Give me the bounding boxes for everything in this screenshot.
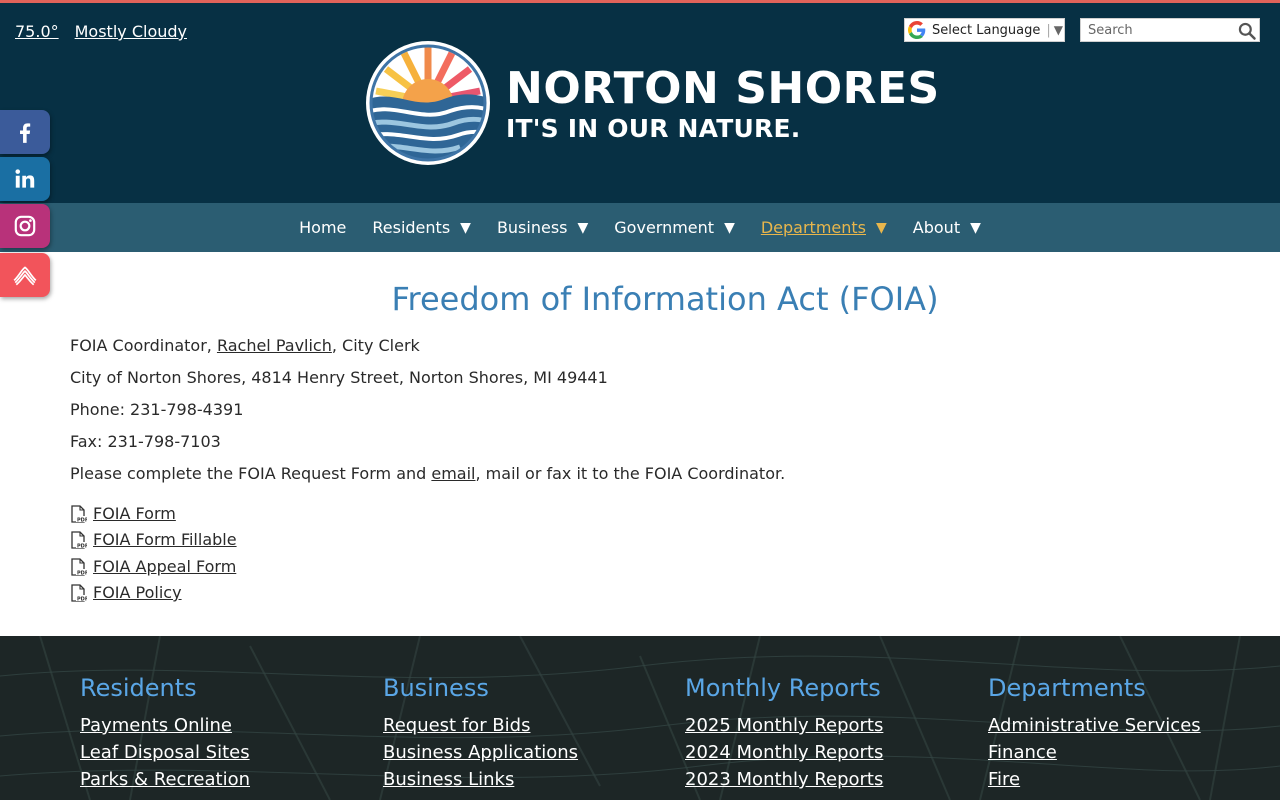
coordinator-suffix: , City Clerk — [331, 336, 420, 355]
footer-link[interactable]: 2023 Monthly Reports — [685, 766, 883, 793]
document-link[interactable]: FOIA Policy — [93, 583, 182, 602]
document-item: PDF FOIA Policy — [70, 583, 182, 602]
coordinator-name-link[interactable]: Rachel Pavlich — [217, 336, 332, 355]
translate-selector[interactable]: Select Language | ▼ — [904, 18, 1065, 42]
linkedin-icon — [15, 169, 35, 188]
nav-item-label: About — [912, 218, 961, 237]
nav-item-residents[interactable]: Residents ▼ — [359, 218, 484, 237]
document-link[interactable]: FOIA Appeal Form — [93, 557, 236, 576]
footer-link[interactable]: Parks & Recreation — [80, 766, 250, 793]
instagram-icon — [14, 215, 36, 237]
instructions-line: Please complete the FOIA Request Form an… — [70, 464, 785, 483]
footer-column-monthly-reports: Monthly Reports 2025 Monthly Reports 202… — [685, 674, 883, 793]
google-icon — [908, 21, 926, 39]
linkedin-link[interactable] — [0, 157, 50, 201]
instructions-prefix: Please complete the FOIA Request Form an… — [70, 464, 432, 483]
caret-down-icon: ▼ — [876, 219, 887, 236]
footer-column-business: Business Request for Bids Business Appli… — [383, 674, 578, 793]
svg-text:PDF: PDF — [77, 596, 87, 602]
facebook-icon — [20, 123, 31, 143]
footer-column-residents: Residents Payments Online Leaf Disposal … — [80, 674, 250, 793]
brand-tagline: IT'S IN OUR NATURE. — [506, 114, 801, 143]
brand-name: NORTON SHORES — [506, 63, 940, 114]
nav-item-label: Departments — [760, 218, 866, 237]
nav-item-label: Residents — [372, 218, 451, 237]
footer-column-heading: Residents — [80, 674, 197, 702]
site-footer: Residents Payments Online Leaf Disposal … — [0, 636, 1280, 800]
footer-link[interactable]: Business Links — [383, 766, 578, 793]
address-line: City of Norton Shores, 4814 Henry Street… — [70, 368, 608, 387]
search-box — [1080, 18, 1260, 42]
translate-label: Select Language — [932, 22, 1041, 38]
nav-item-label: Business — [496, 218, 568, 237]
footer-column-heading: Monthly Reports — [685, 674, 881, 702]
search-input[interactable] — [1081, 19, 1231, 42]
caret-down-icon: ▼ — [577, 219, 589, 236]
caret-down-icon: ▼ — [724, 219, 735, 236]
footer-link[interactable]: Business Applications — [383, 739, 578, 766]
city-logo-icon[interactable] — [364, 39, 492, 167]
swoosh-link[interactable] — [0, 253, 50, 297]
pdf-file-icon: PDF — [71, 583, 87, 602]
nav-item-departments[interactable]: Departments ▼ — [748, 218, 900, 237]
nav-item-home[interactable]: Home — [286, 218, 359, 237]
coordinator-line: FOIA Coordinator, Rachel Pavlich, City C… — [70, 336, 420, 355]
search-icon[interactable] — [1237, 21, 1257, 41]
footer-link[interactable]: Fire — [988, 766, 1201, 793]
swoosh-icon — [13, 266, 37, 286]
footer-column-departments: Departments Administrative Services Fina… — [988, 674, 1201, 793]
footer-column-heading: Business — [383, 674, 489, 702]
footer-link[interactable]: Leaf Disposal Sites — [80, 739, 250, 766]
facebook-link[interactable] — [0, 110, 50, 154]
nav-item-government[interactable]: Government ▼ — [601, 218, 748, 237]
document-item: PDF FOIA Form Fillable — [70, 530, 237, 549]
footer-link[interactable]: Payments Online — [80, 712, 250, 739]
weather-temperature[interactable]: 75.0° — [15, 22, 59, 41]
translate-separator: | — [1046, 22, 1051, 38]
coordinator-prefix: FOIA Coordinator, — [70, 336, 217, 355]
footer-column-heading: Departments — [988, 674, 1146, 702]
brand-wordmark[interactable]: NORTON SHORES IT'S IN OUR NATURE. — [506, 63, 940, 143]
svg-text:PDF: PDF — [77, 543, 87, 549]
svg-text:PDF: PDF — [77, 570, 87, 576]
email-link[interactable]: email — [431, 464, 475, 483]
nav-item-about[interactable]: About ▼ — [900, 218, 994, 237]
footer-link[interactable]: Administrative Services — [988, 712, 1201, 739]
pdf-file-icon: PDF — [71, 504, 87, 523]
instagram-link[interactable] — [0, 204, 50, 248]
caret-down-icon: ▼ — [460, 219, 471, 236]
pdf-file-icon: PDF — [71, 530, 87, 549]
phone-line: Phone: 231-798-4391 — [70, 400, 244, 419]
fax-line: Fax: 231-798-7103 — [70, 432, 221, 451]
main-navigation: Home Residents ▼ Business ▼ Government ▼… — [0, 203, 1280, 252]
weather-condition[interactable]: Mostly Cloudy — [75, 22, 187, 41]
footer-link[interactable]: Request for Bids — [383, 712, 578, 739]
caret-down-icon: ▼ — [970, 219, 981, 236]
document-link[interactable]: FOIA Form — [93, 504, 176, 523]
document-item: PDF FOIA Appeal Form — [70, 557, 236, 576]
nav-item-label: Government — [614, 218, 715, 237]
pdf-file-icon: PDF — [71, 557, 87, 576]
document-item: PDF FOIA Form — [70, 504, 176, 523]
weather-widget: 75.0° Mostly Cloudy — [15, 22, 187, 41]
footer-link[interactable]: Finance — [988, 739, 1201, 766]
svg-text:PDF: PDF — [77, 517, 87, 523]
instructions-suffix: , mail or fax it to the FOIA Coordinator… — [475, 464, 786, 483]
footer-link[interactable]: 2024 Monthly Reports — [685, 739, 883, 766]
document-link[interactable]: FOIA Form Fillable — [93, 530, 237, 549]
nav-item-label: Home — [299, 218, 347, 237]
page-title: Freedom of Information Act (FOIA) — [391, 280, 939, 318]
site-header: 75.0° Mostly Cloudy Select Language | ▼ — [0, 3, 1280, 203]
nav-item-business[interactable]: Business ▼ — [484, 218, 601, 237]
footer-link[interactable]: 2025 Monthly Reports — [685, 712, 883, 739]
chevron-down-icon: ▼ — [1053, 23, 1064, 37]
